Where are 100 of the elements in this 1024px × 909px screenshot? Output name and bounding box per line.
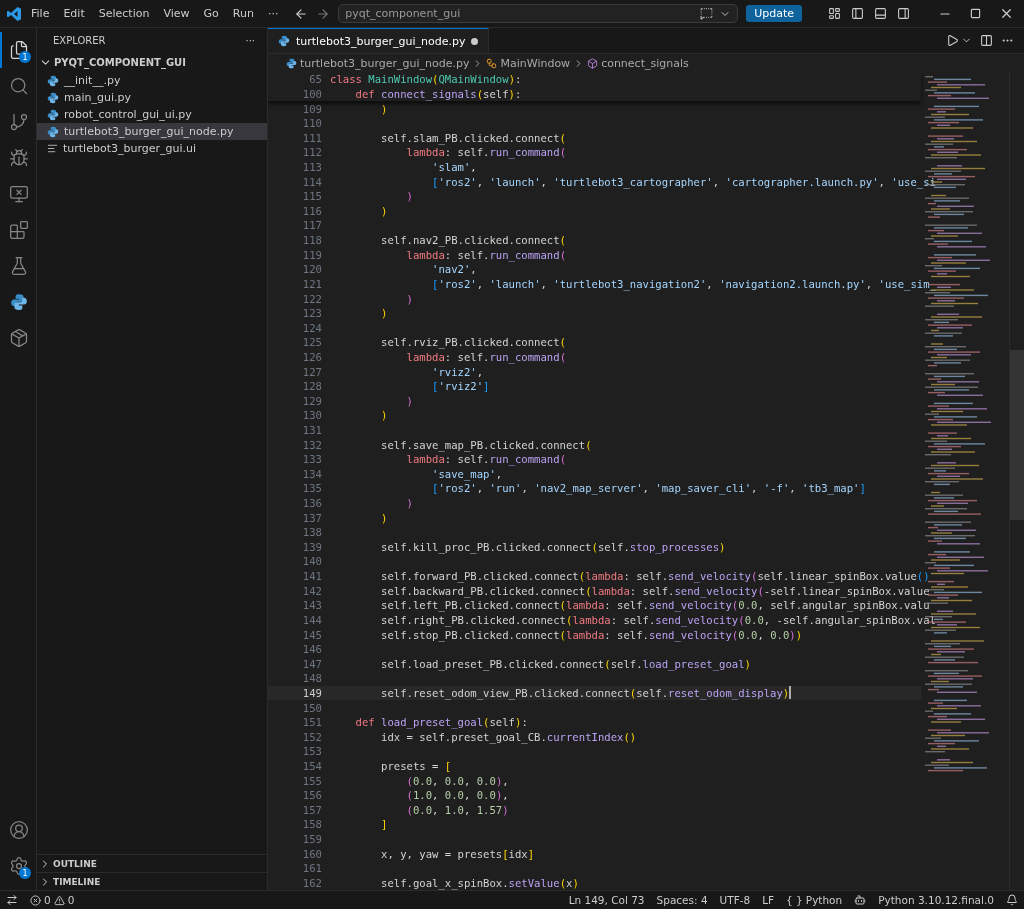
line-number: 132: [301, 438, 322, 451]
code-line: lambda: self.run_command(: [405, 248, 567, 261]
settings-button[interactable]: 1: [0, 848, 36, 884]
text-file-icon: [47, 143, 58, 154]
panel-left-icon[interactable]: [851, 7, 864, 20]
more-menu[interactable]: ···: [262, 5, 284, 22]
line-number: 157: [301, 803, 322, 816]
code-line: 'nav2',: [431, 263, 477, 276]
code-line: ['rviz2']: [431, 380, 490, 393]
explorer-entry[interactable]: main_gui.py: [37, 89, 267, 106]
line-number: 145: [301, 628, 322, 641]
line-number: 137: [301, 511, 322, 524]
line-number: 147: [301, 657, 322, 670]
problems-status[interactable]: 0 0: [30, 894, 75, 906]
code-line: ): [380, 307, 388, 320]
forward-icon[interactable]: [316, 6, 331, 21]
line-number: 118: [301, 234, 322, 247]
line-number: 127: [301, 365, 322, 378]
code-line: def load_preset_goal(self):: [354, 716, 528, 729]
line-number: 100: [301, 87, 322, 100]
panel-right-icon[interactable]: [897, 7, 910, 20]
python-file-icon: [47, 74, 59, 87]
code-line: ['ros2', 'run', 'nav2_map_server', 'map_saver_cli', '-f', 'tb3_map']: [431, 482, 866, 495]
line-number: 154: [301, 760, 322, 772]
maximize-icon[interactable]: [970, 8, 981, 19]
code-line: (0.0, 0.0, 0.0),: [405, 774, 509, 787]
menu-item[interactable]: File: [26, 5, 55, 22]
line-number: 138: [301, 526, 322, 539]
line-number: 150: [301, 701, 322, 714]
code-line: ): [380, 511, 388, 524]
close-icon[interactable]: [999, 6, 1014, 21]
explorer-entry[interactable]: robot_control_gui_ui.py: [37, 106, 267, 123]
bell-icon[interactable]: [1006, 894, 1018, 906]
line-number: 141: [301, 570, 322, 583]
line-number: 113: [301, 161, 322, 173]
breadcrumb-item[interactable]: MainWindow: [500, 56, 571, 70]
code-line: lambda: self.run_command(: [405, 453, 567, 466]
back-icon[interactable]: [294, 6, 309, 21]
monitor-icon: [9, 184, 29, 204]
menu-item[interactable]: Run: [227, 5, 259, 22]
breadcrumb-item[interactable]: connect_signals: [601, 56, 689, 70]
menu-item[interactable]: Selection: [93, 5, 155, 22]
editor-tab[interactable]: turtlebot3_burger_gui_node.py: [268, 28, 490, 53]
code-line: ): [405, 497, 413, 510]
line-number: 117: [301, 219, 322, 232]
code-line: self.nav2_PB.clicked.connect(: [380, 234, 566, 247]
code-line: self.load_preset_PB.clicked.connect(self.load_preset_goal): [380, 657, 751, 670]
files-icon: [9, 40, 29, 60]
status-item[interactable]: UTF-8: [719, 894, 751, 906]
split-editor-icon[interactable]: [980, 34, 993, 47]
explorer-entry[interactable]: turtlebot3_burger_gui.ui: [37, 140, 267, 157]
panel-section-header[interactable]: OUTLINE: [37, 854, 267, 872]
code-line: def connect_signals(self):: [354, 87, 522, 100]
run-icon[interactable]: [946, 34, 959, 47]
warning-icon: [53, 894, 65, 906]
breadcrumb-item[interactable]: turtlebot3_burger_gui_node.py: [300, 56, 470, 70]
explorer-entry[interactable]: turtlebot3_burger_gui_node.py: [37, 123, 267, 140]
menu-item[interactable]: View: [158, 5, 195, 22]
bot-icon[interactable]: [854, 894, 867, 906]
line-number: 126: [301, 350, 322, 363]
status-item[interactable]: LF: [762, 894, 775, 906]
line-number: 110: [301, 117, 322, 130]
folder-row[interactable]: PYQT_COMPONENT_GUI: [37, 52, 267, 72]
line-number: 133: [301, 453, 322, 466]
line-number: 128: [301, 380, 322, 393]
search-icon: [9, 76, 29, 96]
code-line: 'rviz2',: [431, 365, 484, 378]
status-item[interactable]: Spaces: 4: [656, 894, 708, 906]
menu-item[interactable]: Edit: [58, 5, 90, 22]
line-number: 151: [301, 716, 322, 729]
code-line: self.backward_PB.clicked.connect(lambda: self.send_velocity(-self.linear_spinBox.value: [380, 584, 930, 597]
code-line: ): [380, 102, 388, 115]
panel-bottom-icon[interactable]: [874, 7, 887, 20]
menu-item[interactable]: Go: [198, 5, 224, 22]
layout-icon[interactable]: [828, 7, 841, 20]
code-line: ): [405, 394, 413, 407]
line-number: 112: [301, 146, 322, 159]
app-logo-icon: [6, 5, 22, 22]
status-item[interactable]: Ln 149, Col 73: [568, 894, 645, 906]
code-line: self.rviz_PB.clicked.connect(: [380, 336, 566, 349]
line-number: 131: [301, 424, 322, 436]
line-number: 121: [301, 277, 322, 290]
method-icon: [587, 57, 599, 69]
line-number: 125: [301, 336, 322, 349]
remote-icon[interactable]: [6, 894, 18, 906]
chat-icon[interactable]: [700, 7, 714, 20]
line-number: 124: [301, 321, 322, 334]
explorer-entry[interactable]: __init__.py: [37, 72, 267, 89]
line-number: 146: [301, 643, 322, 656]
code-line: self.stop_PB.clicked.connect(lambda: self.send_velocity(0.0, 0.0)): [380, 628, 803, 641]
line-number: 160: [301, 847, 322, 860]
more-actions[interactable]: ···: [245, 34, 255, 46]
interpreter-status[interactable]: Python 3.10.12.final.0: [878, 894, 994, 906]
language-mode[interactable]: Python: [805, 894, 843, 906]
line-number: 158: [301, 818, 322, 831]
line-number: 143: [301, 599, 322, 612]
command-center-search[interactable]: pyqt_component_gui: [338, 4, 739, 23]
line-number: 136: [301, 497, 322, 510]
update-button[interactable]: Update: [746, 5, 802, 22]
python-file-icon: [286, 57, 297, 69]
